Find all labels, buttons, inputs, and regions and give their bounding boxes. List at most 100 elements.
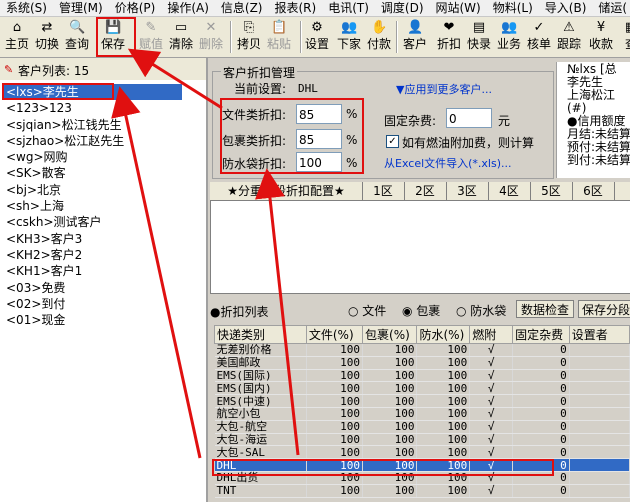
table-row[interactable]: 美国邮政 100 100 100 √ 0: [214, 356, 630, 370]
radio-bag[interactable]: ○ 防水袋: [456, 302, 506, 319]
menu-item-8[interactable]: 网站(W): [430, 0, 487, 16]
table-cell: EMS(国际): [214, 369, 307, 383]
pkg-discount-input[interactable]: 85: [296, 129, 342, 149]
zone-tab-2[interactable]: 2区: [404, 182, 447, 200]
customer-list-item[interactable]: <bj>北京: [2, 182, 182, 198]
column-header[interactable]: 防水(%): [416, 325, 471, 344]
zone-tab-6[interactable]: 6区: [572, 182, 615, 200]
toolbar-business-button[interactable]: 👥 业务: [494, 17, 524, 57]
table-cell: 0: [512, 445, 570, 460]
column-header[interactable]: 快递类别: [214, 325, 307, 344]
column-header[interactable]: 燃附: [469, 325, 514, 344]
zone-tab-5[interactable]: 5区: [530, 182, 573, 200]
toolbar-delete-button[interactable]: ✕ 删除: [196, 17, 226, 57]
table-row[interactable]: 无差别价格 100 100 100 √ 0: [214, 343, 630, 357]
table-cell: 100: [306, 407, 364, 421]
toolbar-label: 粘贴: [266, 37, 291, 51]
customer-list-item[interactable]: <03>免费: [2, 280, 182, 296]
menu-item-2[interactable]: 价格(P): [109, 0, 162, 16]
menu-item-6[interactable]: 电讯(T): [322, 0, 375, 16]
table-row[interactable]: TNT 100 100 100 √ 0: [214, 484, 630, 498]
customer-list-item[interactable]: <cskh>测试客户: [2, 214, 182, 230]
toolbar-clear-button[interactable]: ▭ 清除: [166, 17, 196, 57]
toolbar-check-order-button[interactable]: ✓ 核单: [524, 17, 554, 57]
menu-item-3[interactable]: 操作(A): [161, 0, 215, 16]
fuel-surcharge-checkbox[interactable]: ✓: [386, 135, 399, 148]
apply-more-link[interactable]: ▼应用到更多客户...: [396, 81, 492, 97]
toolbar-switch-button[interactable]: ⇄ 切换: [32, 17, 62, 57]
import-excel-link[interactable]: 从Excel文件导入(*.xls)...: [384, 155, 512, 171]
table-cell: 100: [416, 407, 471, 421]
save-segments-button[interactable]: 保存分段: [578, 300, 630, 318]
fixed-fee-input[interactable]: 0: [446, 108, 492, 128]
table-row[interactable]: 大包-SAL 100 100 100 √ 0: [214, 445, 630, 460]
toolbar-paste-button[interactable]: 📋 粘贴: [264, 17, 294, 57]
toolbar-next-client-button[interactable]: 👥 下家: [334, 17, 364, 57]
column-header[interactable]: 包裹(%): [362, 325, 418, 344]
toolbar-track-button[interactable]: ⚠ 跟踪: [554, 17, 584, 57]
table-cell: 0: [512, 484, 570, 498]
column-header[interactable]: 文件(%): [305, 325, 364, 344]
bag-discount-input[interactable]: 100: [296, 152, 342, 172]
zone-tab-3[interactable]: 3区: [446, 182, 489, 200]
menu-item-7[interactable]: 调度(D): [375, 0, 430, 16]
customer-list-item[interactable]: <02>到付: [2, 296, 182, 312]
table-row[interactable]: DHL出货 100 100 100 √ 0: [214, 471, 630, 485]
menu-item-4[interactable]: 信息(Z): [215, 0, 269, 16]
radio-pkg[interactable]: ◉ 包裹: [402, 302, 440, 319]
zone-tab-1[interactable]: 1区: [362, 182, 405, 200]
table-row[interactable]: EMS(国内) 100 100 100 √ 0: [214, 381, 630, 396]
menu-item-10[interactable]: 导入(B): [539, 0, 593, 16]
menu-item-5[interactable]: 报表(R): [268, 0, 322, 16]
toolbar-customer-button[interactable]: 👤 客户: [400, 17, 430, 57]
toolbar-payment-button[interactable]: ✋ 付款: [364, 17, 394, 57]
menu-item-11[interactable]: 储运(: [592, 0, 630, 16]
table-row[interactable]: EMS(中速) 100 100 100 √ 0: [214, 394, 630, 408]
radio-file[interactable]: ○ 文件: [348, 302, 386, 319]
toolbar-quick-entry-button[interactable]: ▤ 快录: [464, 17, 494, 57]
customer-list-item[interactable]: <123>123: [2, 100, 182, 116]
customer-list[interactable]: <lxs>李先生 <123>123 <sjqian>松江钱先生 <sjzhao>松江赵…: [2, 84, 182, 328]
table-cell: DHL出货: [214, 471, 307, 485]
zone-config-area[interactable]: [210, 200, 630, 294]
table-row[interactable]: DHL 100 100 100 √ 0: [214, 458, 630, 472]
toolbar-settings-button[interactable]: ⚙ 设置: [302, 17, 332, 57]
customer-list-item[interactable]: <sjzhao>松江赵先生: [2, 133, 182, 149]
customer-list-item[interactable]: <lxs>李先生: [2, 84, 182, 101]
customer-list-item[interactable]: <sjqian>松江钱先生: [2, 117, 182, 133]
data-check-button[interactable]: 数据检查: [516, 300, 574, 318]
column-header[interactable]: 固定杂费: [512, 325, 570, 344]
customer-list-item[interactable]: <sh>上海: [2, 198, 182, 214]
toolbar-query-button[interactable]: ▦查: [616, 17, 630, 57]
table-row[interactable]: EMS(国际) 100 100 100 √ 0: [214, 369, 630, 383]
customer-list-item[interactable]: <01>现金: [2, 312, 182, 328]
customer-list-item[interactable]: <wg>网购: [2, 149, 182, 165]
toolbar-discount-button[interactable]: ❤ 折扣: [434, 17, 464, 57]
customer-list-item[interactable]: <SK>散客: [2, 165, 182, 181]
radio-pkg-label: 包裹: [416, 304, 441, 318]
file-discount-input[interactable]: 85: [296, 104, 342, 124]
menu-item-0[interactable]: 系统(S): [0, 0, 53, 16]
toolbar-save-button[interactable]: 💾 保存: [98, 17, 128, 57]
table-cell: 100: [362, 433, 418, 447]
menu-item-1[interactable]: 管理(M): [53, 0, 109, 16]
toolbar-collect-button[interactable]: ¥ 收款: [586, 17, 616, 57]
toolbar-assign-button[interactable]: ✎ 赋值: [136, 17, 166, 57]
table-cell: [569, 445, 630, 460]
table-cell: 0: [512, 471, 570, 485]
customer-list-item[interactable]: <KH1>客户1: [2, 263, 182, 279]
column-header[interactable]: 设置者: [568, 325, 630, 344]
table-row[interactable]: 大包-海运 100 100 100 √ 0: [214, 433, 630, 447]
toolbar-search-button[interactable]: 🔍 查询: [62, 17, 92, 57]
toolbar-home-button[interactable]: ⌂ 主页: [2, 17, 32, 57]
toolbar-copy-button[interactable]: ⎘ 拷贝: [234, 17, 264, 57]
zone-tab-4[interactable]: 4区: [488, 182, 531, 200]
table-cell: √: [469, 458, 514, 472]
customer-list-item[interactable]: <KH2>客户2: [2, 247, 182, 263]
current-setting-value: DHL: [298, 82, 318, 95]
customer-list-item[interactable]: <KH3>客户3: [2, 231, 182, 247]
table-row[interactable]: 航空小包 100 100 100 √ 0: [214, 407, 630, 421]
table-cell: 100: [416, 343, 471, 357]
table-row[interactable]: 大包-航空 100 100 100 √ 0: [214, 420, 630, 434]
menu-item-9[interactable]: 物料(L): [487, 0, 539, 16]
